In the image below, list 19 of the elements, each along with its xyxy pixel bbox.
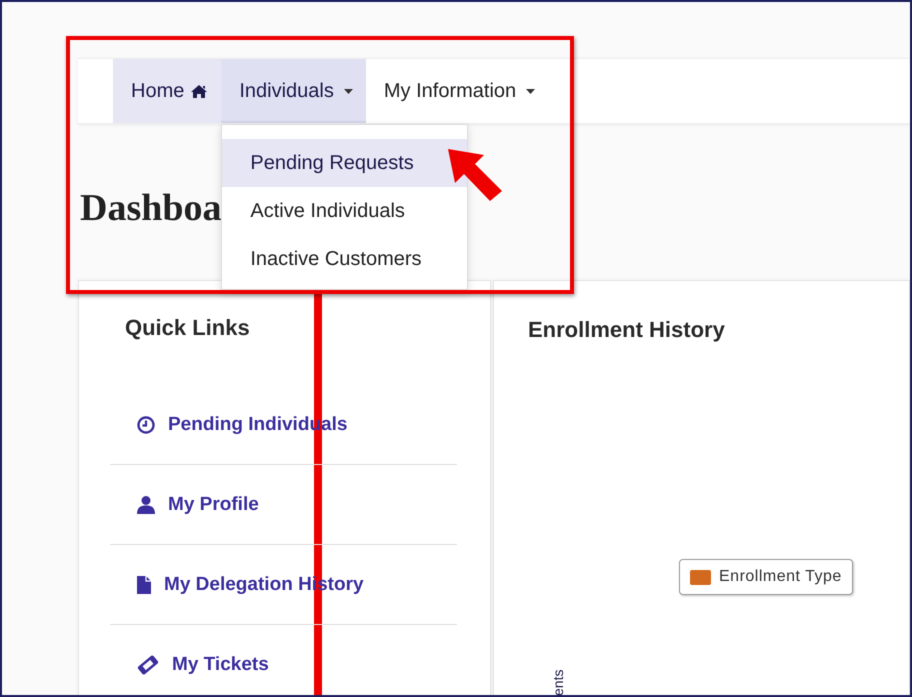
caret-icon <box>526 88 536 94</box>
card-title: Quick Links <box>125 315 251 341</box>
card-title: Enrollment History <box>528 317 726 343</box>
menu-item[interactable]: Inactive Customers <box>222 235 468 283</box>
nav-link[interactable]: My Information <box>366 59 548 123</box>
quick-link[interactable]: My Tickets <box>136 654 269 676</box>
nav-link[interactable]: Individuals <box>221 59 366 123</box>
quick-link[interactable]: My Profile <box>136 494 259 516</box>
arrow-icon <box>446 147 504 203</box>
caret-icon <box>344 88 353 94</box>
nav-link[interactable]: Home <box>113 59 222 123</box>
person-icon <box>136 494 156 514</box>
document-icon <box>136 574 152 594</box>
menu-item[interactable]: Pending Requests <box>222 139 468 187</box>
page-title: Dashboa <box>79 186 222 230</box>
menu-item[interactable]: Active Individuals <box>222 187 468 235</box>
clock-icon <box>136 414 156 434</box>
home-icon <box>190 84 208 98</box>
legend-label: Enrollment Type <box>719 568 842 586</box>
